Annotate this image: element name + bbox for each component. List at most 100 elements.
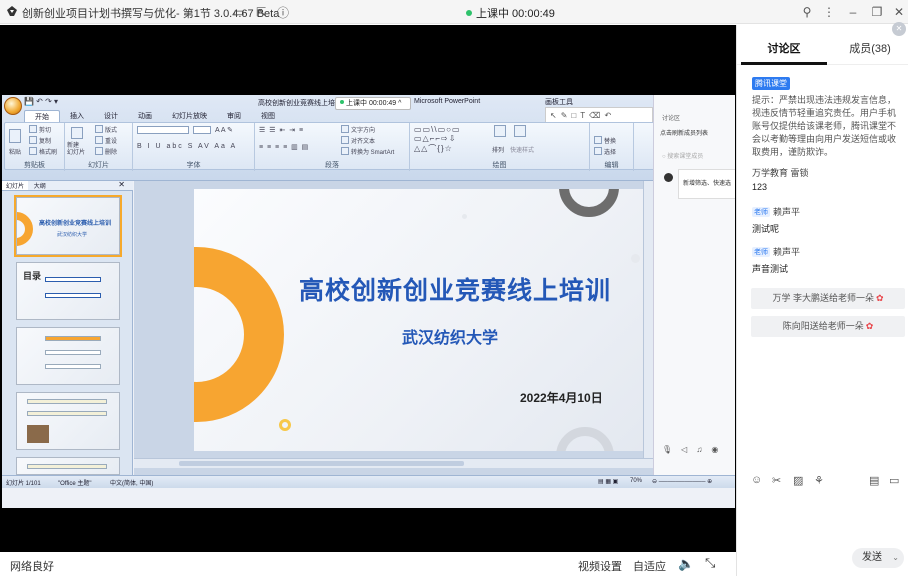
pointer-icon[interactable]: ↖	[550, 111, 557, 120]
thumb-bar	[27, 399, 107, 404]
layout-button[interactable]: 版式	[95, 125, 117, 134]
horizontal-scrollbar[interactable]	[134, 458, 653, 468]
network-status: 网络良好	[10, 561, 54, 573]
speaker-icon[interactable]: ◁	[681, 445, 687, 454]
cut-button[interactable]: 剪切	[29, 125, 51, 134]
slide-thumbnail[interactable]: 1 高校创新创业竞赛线上培训 武汉纺织大学	[14, 195, 122, 257]
office-button-icon[interactable]	[4, 97, 22, 115]
font-grow-button[interactable]: A A ✎	[215, 126, 233, 134]
new-slide-button[interactable]	[71, 127, 85, 140]
arrange-label: 排列	[492, 148, 505, 154]
image-icon[interactable]: ▨	[793, 474, 803, 487]
exit-fullscreen-icon[interactable]: ⤡	[705, 555, 715, 571]
adaptive-button[interactable]: 自适应	[633, 558, 666, 574]
smartart-button[interactable]: 转换为 SmartArt	[341, 147, 394, 156]
scroll-thumb[interactable]	[179, 461, 464, 466]
copy-button[interactable]: 复制	[29, 136, 51, 145]
pin-icon[interactable]: ⚲	[798, 3, 816, 21]
notes-icon[interactable]: ▤	[869, 474, 879, 487]
video-area[interactable]: 💾 ↶ ↷ ▾ 上课中 00:00:49 ^ 高校创新创业竞赛线上培 Micro…	[0, 25, 736, 552]
font-name-select[interactable]	[137, 126, 191, 135]
panel-close-icon[interactable]: ✕	[892, 22, 906, 36]
view-buttons[interactable]: ▤ ▦ ▣	[598, 478, 618, 485]
send-button[interactable]: 发送 ⌄	[852, 548, 904, 568]
delete-button[interactable]: 删除	[95, 147, 117, 156]
quick-access-toolbar[interactable]: 💾 ↶ ↷ ▾	[24, 97, 58, 106]
arrange-button[interactable]	[494, 125, 508, 138]
eraser-icon[interactable]: ⌫	[589, 111, 600, 120]
undo-icon[interactable]: ↶	[604, 111, 611, 120]
scissors-icon[interactable]: ✂	[772, 474, 781, 487]
slide-thumbnail[interactable]: 2 目录	[16, 262, 120, 320]
member-search[interactable]: ○ 搜索课堂成员	[662, 151, 703, 160]
tab-discussion[interactable]: 讨论区	[741, 40, 827, 56]
live-dot-icon	[466, 10, 472, 16]
align-buttons[interactable]: ≡ ≡ ≡ ≡ ▥ ▤	[259, 143, 309, 151]
platform-badge: 腾讯课堂	[752, 77, 790, 90]
text-direction-button[interactable]: 文字方向	[341, 125, 375, 134]
current-slide[interactable]: 高校创新创业竞赛线上培训 武汉纺织大学 2022年4月10日	[194, 189, 652, 451]
emoji-icon[interactable]: ☺	[751, 474, 762, 486]
refresh-members-link[interactable]: 点击刷新成员列表	[660, 128, 708, 137]
music-icon[interactable]: ♫	[696, 445, 702, 454]
drawing-toolbar: ↖ ✎ □ T ⌫ ↶	[545, 107, 653, 123]
ribbon-tab[interactable]: 审阅	[217, 110, 251, 122]
select-button[interactable]: 选择	[594, 147, 616, 156]
vertical-scrollbar[interactable]	[643, 181, 653, 458]
minimize-icon[interactable]: –	[844, 3, 862, 21]
shapes-gallery[interactable]: ▭▭\\▭○▭ ▭△⌐⌐⇨⇩ △△⌒{}☆	[414, 125, 461, 154]
chevron-down-icon[interactable]: ⌄	[892, 548, 899, 568]
format-painter-icon	[29, 147, 37, 155]
replace-button[interactable]: 替换	[594, 136, 616, 145]
font-size-select[interactable]	[193, 126, 213, 135]
ribbon-tab[interactable]: 插入	[60, 110, 94, 122]
ribbon-tab[interactable]: 设计	[94, 110, 128, 122]
panel-tabs: 讨论区 成员(38) ✕	[737, 22, 908, 65]
info-icon[interactable]: ⓘ	[274, 3, 292, 21]
app-logo-icon	[7, 6, 17, 16]
live-status: 上课中 00:00:49	[466, 5, 555, 21]
zoom-slider[interactable]: ⊖ ─────────── ⊕	[652, 478, 712, 485]
flower-gift-icon[interactable]: ⚘	[814, 474, 824, 487]
tab-outline[interactable]: 大纲	[30, 181, 50, 190]
slide-thumbnail[interactable]: 3	[16, 327, 120, 385]
app-window: 创新创业项目计划书撰写与优化- 第1节 3.0.4.67 Beta ▭ ⇱ ⓘ …	[0, 0, 908, 576]
close-pane-icon[interactable]: ✕	[114, 180, 129, 189]
feedback-icon[interactable]: ▭	[889, 474, 899, 487]
zoom-level: 70%	[630, 478, 643, 484]
ribbon-tab[interactable]: 幻灯片放映	[162, 110, 217, 122]
live-pill-dot-icon	[340, 100, 344, 104]
close-icon[interactable]: ✕	[890, 3, 908, 21]
shared-screen: 💾 ↶ ↷ ▾ 上课中 00:00:49 ^ 高校创新创业竞赛线上培 Micro…	[2, 95, 735, 508]
member-search-placeholder: 搜索课堂成员	[667, 154, 704, 160]
align-text-button[interactable]: 对齐文本	[341, 136, 375, 145]
ribbon-tab[interactable]: 动画	[128, 110, 162, 122]
rect-icon[interactable]: □	[571, 111, 576, 120]
paste-button[interactable]	[9, 129, 23, 144]
more-icon[interactable]: ⋮	[820, 3, 838, 21]
ribbon-tab[interactable]: 开始	[24, 110, 60, 122]
list-buttons[interactable]: ☰ ☰ ⇤ ⇥ ≡	[259, 126, 304, 134]
volume-icon[interactable]: 🔈	[678, 556, 694, 572]
chat-icon[interactable]: ▭	[230, 3, 248, 21]
reset-button[interactable]: 重设	[95, 136, 117, 145]
slide-thumbnail[interactable]: 4	[16, 392, 120, 450]
light-ring-decoration	[556, 427, 614, 451]
tab-members[interactable]: 成员(38)	[827, 40, 908, 56]
ribbon-tab[interactable]: 视图	[251, 110, 285, 122]
format-painter-button[interactable]: 格式刷	[29, 147, 57, 156]
video-settings-button[interactable]: 视频设置	[578, 558, 622, 574]
quick-styles-button[interactable]	[514, 125, 528, 138]
mic-icon[interactable]: 🎙	[662, 445, 672, 454]
thumb-bar	[45, 277, 101, 282]
slide-thumbnail[interactable]: 5	[16, 457, 120, 475]
share-icon[interactable]: ⇱	[252, 3, 270, 21]
tab-slides[interactable]: 幻灯片	[2, 181, 29, 190]
text-icon[interactable]: T	[580, 111, 585, 120]
location-icon[interactable]: ◉	[711, 445, 718, 454]
pen-icon[interactable]: ✎	[561, 111, 568, 120]
font-format-buttons[interactable]: B I U abc S AV Aa A	[137, 143, 237, 150]
screen-side-icons: 🎙 ◁ ♫ ◉	[662, 445, 718, 454]
thumb-bar	[45, 364, 101, 369]
restore-icon[interactable]: ❐	[868, 3, 886, 21]
